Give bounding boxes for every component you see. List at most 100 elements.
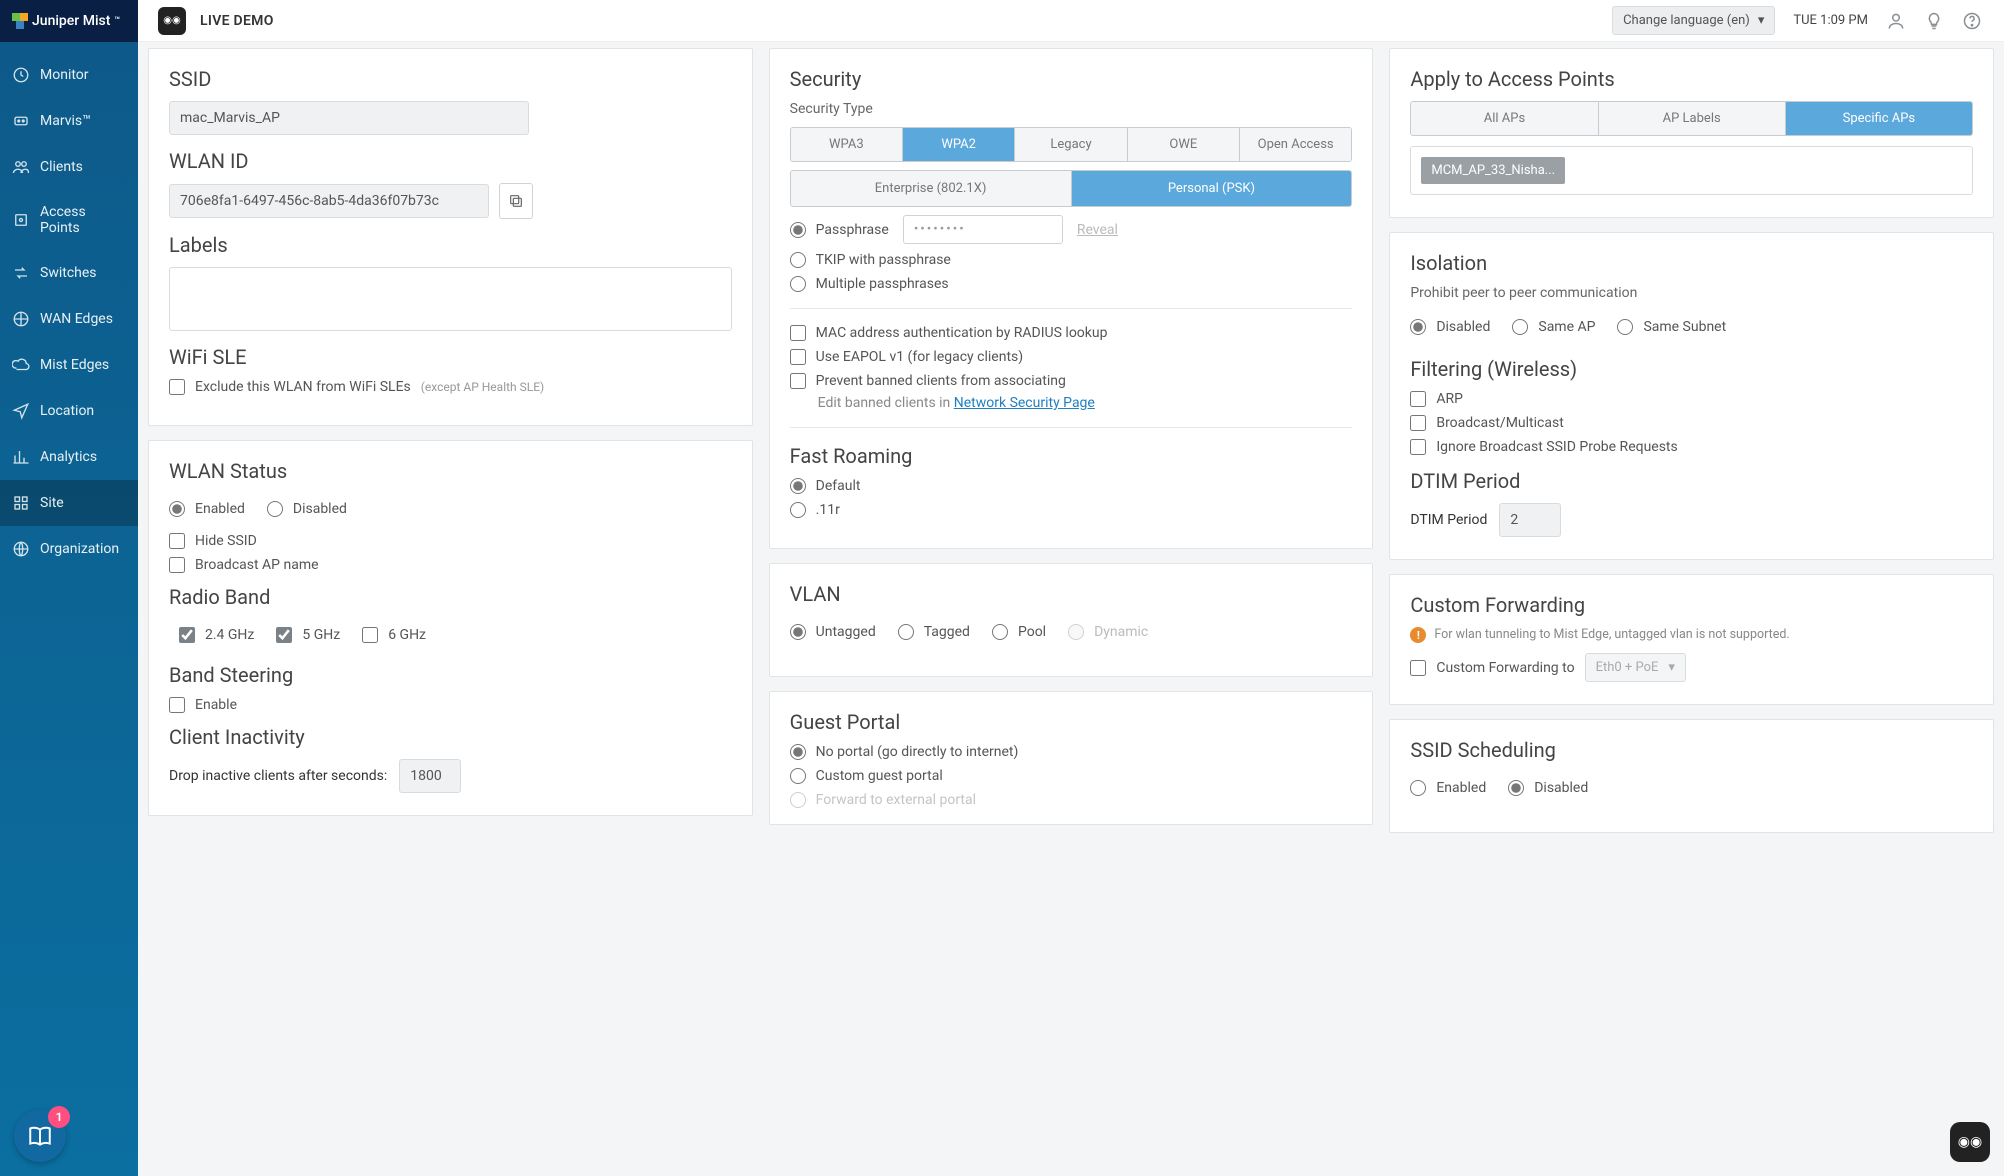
vlan-pool-radio[interactable] [992,624,1008,640]
nav-marvis[interactable]: Marvis™ [0,98,138,144]
seg-psk[interactable]: Personal (PSK) [1072,171,1352,206]
seg-enterprise[interactable]: Enterprise (802.1X) [791,171,1072,206]
steer-enable-row[interactable]: Enable [169,697,732,713]
nav-organization[interactable]: Organization [0,526,138,572]
band6-checkbox[interactable] [362,627,378,643]
help-icon[interactable] [1962,11,1982,31]
mac-auth-checkbox[interactable] [790,325,806,341]
tkip-radio[interactable] [790,252,806,268]
hide-ssid-row[interactable]: Hide SSID [169,533,732,549]
ap-chip[interactable]: MCM_AP_33_Nisha... [1421,157,1565,184]
band5-checkbox[interactable] [276,627,292,643]
vlan-tagged-radio[interactable] [898,624,914,640]
multipass-row[interactable]: Multiple passphrases [790,276,1353,292]
passphrase-radio[interactable] [790,222,806,238]
broadcast-ap-row[interactable]: Broadcast AP name [169,557,732,573]
sched-disabled-radio[interactable] [1508,780,1524,796]
arp-row[interactable]: ARP [1410,391,1973,407]
gp-custom-row[interactable]: Custom guest portal [790,768,1353,784]
help-bubble-button[interactable]: 1 [14,1110,66,1162]
network-security-link[interactable]: Network Security Page [954,395,1095,411]
band5-row[interactable]: 5 GHz [276,627,340,643]
hide-ssid-checkbox[interactable] [169,533,185,549]
banned-row[interactable]: Prevent banned clients from associating [790,373,1353,389]
roam-11r-radio[interactable] [790,502,806,518]
nav-mist-edges[interactable]: Mist Edges [0,342,138,388]
nav-access-points[interactable]: Access Points [0,190,138,250]
seg-wpa3[interactable]: WPA3 [791,128,903,161]
banned-checkbox[interactable] [790,373,806,389]
exclude-sle-checkbox[interactable] [169,379,185,395]
nav-wan-edges[interactable]: WAN Edges [0,296,138,342]
copy-button[interactable] [499,183,533,219]
band6-row[interactable]: 6 GHz [362,627,426,643]
gp-none-row[interactable]: No portal (go directly to internet) [790,744,1353,760]
gp-custom-radio[interactable] [790,768,806,784]
vlan-untagged-radio[interactable] [790,624,806,640]
seg-open[interactable]: Open Access [1240,128,1351,161]
seg-wpa2[interactable]: WPA2 [903,128,1015,161]
ignore-probe-checkbox[interactable] [1410,439,1426,455]
seg-all-aps[interactable]: All APs [1411,102,1598,135]
iso-same-subnet-radio[interactable] [1617,319,1633,335]
gp-forward-radio[interactable] [790,792,806,808]
seg-ap-labels[interactable]: AP Labels [1599,102,1786,135]
roam-default-row[interactable]: Default [790,478,1353,494]
iso-disabled-row[interactable]: Disabled [1410,319,1490,335]
ap-chip-box[interactable]: MCM_AP_33_Nisha... [1410,146,1973,195]
band24-row[interactable]: 2.4 GHz [179,627,254,643]
wlan-id-input[interactable] [169,184,489,218]
iso-same-subnet-row[interactable]: Same Subnet [1617,319,1726,335]
multipass-radio[interactable] [790,276,806,292]
inactivity-input[interactable] [399,759,461,793]
eapol-row[interactable]: Use EAPOL v1 (for legacy clients) [790,349,1353,365]
labels-input[interactable] [169,267,732,331]
status-disabled-row[interactable]: Disabled [267,501,347,517]
gp-none-radio[interactable] [790,744,806,760]
broadcast-ap-checkbox[interactable] [169,557,185,573]
exclude-sle-row[interactable]: Exclude this WLAN from WiFi SLEs (except… [169,379,732,395]
chatbot-button[interactable]: ◉◉ [1950,1122,1990,1162]
nav-analytics[interactable]: Analytics [0,434,138,480]
fwd-check-row[interactable]: Custom Forwarding to [1410,660,1574,676]
roam-11r-row[interactable]: .11r [790,502,1353,518]
status-enabled-radio[interactable] [169,501,185,517]
passphrase-row[interactable]: Passphrase [790,222,889,238]
vlan-tagged-row[interactable]: Tagged [898,624,970,640]
passphrase-input[interactable] [903,215,1063,244]
dtim-input[interactable] [1499,503,1561,537]
nav-site[interactable]: Site [0,480,138,526]
status-disabled-radio[interactable] [267,501,283,517]
mac-auth-row[interactable]: MAC address authentication by RADIUS loo… [790,325,1353,341]
seg-specific-aps[interactable]: Specific APs [1786,102,1972,135]
sched-enabled-row[interactable]: Enabled [1410,780,1486,796]
tkip-row[interactable]: TKIP with passphrase [790,252,1353,268]
nav-switches[interactable]: Switches [0,250,138,296]
seg-legacy[interactable]: Legacy [1015,128,1127,161]
roam-default-radio[interactable] [790,478,806,494]
iso-same-ap-radio[interactable] [1512,319,1528,335]
lightbulb-icon[interactable] [1924,11,1944,31]
iso-same-ap-row[interactable]: Same AP [1512,319,1595,335]
status-enabled-row[interactable]: Enabled [169,501,245,517]
seg-owe[interactable]: OWE [1128,128,1240,161]
bcast-checkbox[interactable] [1410,415,1426,431]
nav-monitor[interactable]: Monitor [0,52,138,98]
ssid-input[interactable] [169,101,529,135]
bcast-row[interactable]: Broadcast/Multicast [1410,415,1973,431]
steer-enable-checkbox[interactable] [169,697,185,713]
nav-clients[interactable]: Clients [0,144,138,190]
reveal-link[interactable]: Reveal [1077,222,1118,238]
vlan-untagged-row[interactable]: Untagged [790,624,876,640]
eapol-checkbox[interactable] [790,349,806,365]
sched-enabled-radio[interactable] [1410,780,1426,796]
nav-location[interactable]: Location [0,388,138,434]
language-select[interactable]: Change language (en) ▾ [1612,6,1775,35]
iso-disabled-radio[interactable] [1410,319,1426,335]
fwd-checkbox[interactable] [1410,660,1426,676]
gp-forward-row[interactable]: Forward to external portal [790,792,1353,808]
vlan-pool-row[interactable]: Pool [992,624,1046,640]
user-icon[interactable] [1886,11,1906,31]
ignore-probe-row[interactable]: Ignore Broadcast SSID Probe Requests [1410,439,1973,455]
sched-disabled-row[interactable]: Disabled [1508,780,1588,796]
